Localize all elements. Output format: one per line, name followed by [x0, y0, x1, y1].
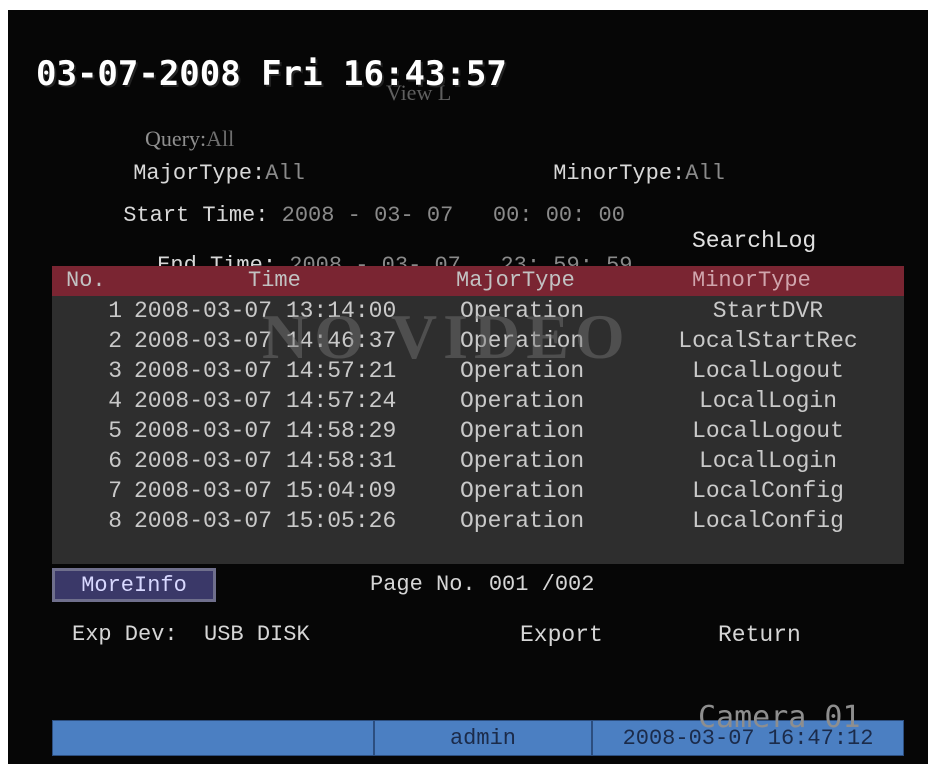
cell-time: 2008-03-07 14:58:31: [134, 448, 397, 474]
table-row[interactable]: 1 2008-03-07 13:14:00 Operation StartDVR: [52, 298, 904, 328]
dvr-screen: 03-07-2008 Fri 16:43:57 View L Query:All…: [8, 10, 928, 764]
table-row[interactable]: 5 2008-03-07 14:58:29 Operation LocalLogout: [52, 418, 904, 448]
cell-time: 2008-03-07 14:57:24: [134, 388, 397, 414]
status-cell-empty: [52, 720, 374, 756]
cell-major-type: Operation: [460, 298, 585, 324]
export-device: Exp Dev: USB DISK: [72, 622, 310, 647]
header-no: No.: [66, 268, 106, 293]
export-button[interactable]: Export: [520, 622, 603, 648]
cell-time: 2008-03-07 14:57:21: [134, 358, 397, 384]
cell-minor-type: LocalConfig: [692, 508, 844, 534]
minor-type-select[interactable]: All: [685, 161, 725, 186]
table-row[interactable]: 3 2008-03-07 14:57:21 Operation LocalLogout: [52, 358, 904, 388]
cell-time: 2008-03-07 15:05:26: [134, 508, 397, 534]
cell-minor-type: LocalLogout: [692, 418, 844, 444]
cell-minor-type: LocalStartRec: [678, 328, 858, 354]
header-major-type: MajorType: [456, 268, 575, 293]
table-row[interactable]: 8 2008-03-07 15:05:26 Operation LocalConfig: [52, 508, 904, 538]
table-row[interactable]: 7 2008-03-07 15:04:09 Operation LocalConfig: [52, 478, 904, 508]
cell-minor-type: LocalLogin: [698, 448, 838, 474]
cell-minor-type: StartDVR: [712, 298, 824, 324]
cell-no: 8: [108, 508, 122, 534]
cell-no: 7: [108, 478, 122, 504]
export-device-label: Exp Dev:: [72, 622, 178, 647]
cell-minor-type: LocalLogout: [692, 358, 844, 384]
cell-major-type: Operation: [460, 418, 585, 444]
monitor-frame: 03-07-2008 Fri 16:43:57 View L Query:All…: [0, 0, 936, 772]
return-button[interactable]: Return: [718, 622, 801, 648]
start-time-label: Start Time:: [123, 203, 269, 228]
cell-time: 2008-03-07 14:58:29: [134, 418, 397, 444]
cell-no: 6: [108, 448, 122, 474]
table-body: 1 2008-03-07 13:14:00 Operation StartDVR 2 20…: [52, 298, 904, 564]
cell-major-type: Operation: [460, 388, 585, 414]
cell-minor-type: LocalConfig: [692, 478, 844, 504]
cell-no: 5: [108, 418, 122, 444]
table-row[interactable]: 2 2008-03-07 14:46:37 Operation LocalStartR…: [52, 328, 904, 358]
search-log-button[interactable]: SearchLog: [692, 228, 816, 254]
header-minor-type: MinorType: [692, 268, 811, 293]
osd-datetime: 03-07-2008 Fri 16:43:57: [36, 54, 507, 94]
cell-no: 1: [108, 298, 122, 324]
table-row[interactable]: 6 2008-03-07 14:58:31 Operation LocalLogin: [52, 448, 904, 478]
table-row[interactable]: 4 2008-03-07 14:57:24 Operation LocalLogin: [52, 388, 904, 418]
more-info-button[interactable]: MoreInfo: [52, 568, 216, 602]
table-header: No. Time MajorType MinorType: [52, 266, 904, 296]
cell-major-type: Operation: [460, 328, 585, 354]
cell-time: 2008-03-07 14:46:37: [134, 328, 397, 354]
cell-no: 3: [108, 358, 122, 384]
cell-time: 2008-03-07 15:04:09: [134, 478, 397, 504]
cell-time: 2008-03-07 13:14:00: [134, 298, 397, 324]
start-time-field[interactable]: 2008 - 03- 07 00: 00: 00: [282, 203, 625, 228]
camera-label: Camera 01: [698, 700, 861, 735]
cell-major-type: Operation: [460, 478, 585, 504]
header-time: Time: [248, 268, 301, 293]
cell-major-type: Operation: [460, 448, 585, 474]
cell-no: 4: [108, 388, 122, 414]
export-device-value[interactable]: USB DISK: [204, 622, 310, 647]
log-table: No. Time MajorType MinorType 1 2008-03-07…: [52, 266, 904, 564]
cell-no: 2: [108, 328, 122, 354]
status-user: admin: [374, 720, 592, 756]
cell-major-type: Operation: [460, 508, 585, 534]
cell-minor-type: LocalLogin: [698, 388, 838, 414]
cell-major-type: Operation: [460, 358, 585, 384]
page-number: Page No. 001 /002: [370, 572, 595, 597]
